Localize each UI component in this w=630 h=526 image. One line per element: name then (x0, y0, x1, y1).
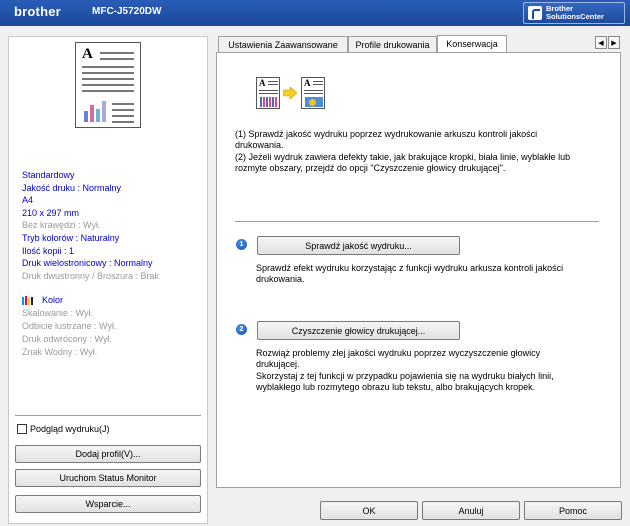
brand-logo: brother (14, 4, 61, 19)
setting-borderless: Bez krawędzi : Wył. (22, 220, 101, 231)
tab-scroll-left-icon[interactable]: ◀ (595, 36, 607, 49)
step-2-description-2: Skorzystaj z tej funkcji w przypadku poj… (256, 371, 554, 392)
preview-letter-icon: A (82, 46, 93, 62)
help-button[interactable]: Pomoc (524, 501, 622, 520)
step-1-description: Sprawdź efekt wydruku korzystając z funk… (256, 263, 564, 284)
ok-button[interactable]: OK (320, 501, 418, 520)
setting-duplex: Druk dwustronny / Broszura : Brak (22, 270, 160, 281)
model-name: MFC-J5720DW (92, 6, 162, 17)
check-quality-button[interactable]: Sprawdź jakość wydruku... (257, 236, 460, 255)
tab-advanced-settings[interactable]: Ustawienia Zaawansowane (218, 36, 348, 52)
color-bars-icon (22, 295, 33, 305)
status-monitor-button[interactable]: Uruchom Status Monitor (15, 469, 201, 487)
checkbox-box[interactable] (17, 424, 27, 434)
color-label: Kolor (42, 295, 64, 305)
brother-logo-icon (528, 6, 542, 20)
setting-color-mode: Tryb kolorów : Naturalny (22, 232, 120, 243)
cancel-button[interactable]: Anuluj (422, 501, 520, 520)
setting-paper-dimensions: 210 x 297 mm (22, 207, 80, 218)
setting-watermark: Znak Wodny : Wył. (22, 347, 98, 357)
header-banner: brother MFC-J5720DW Brother SolutionsCen… (0, 0, 630, 26)
setting-scaling: Skalowanie : Wył. (22, 308, 93, 318)
setting-print-quality: Jakość druku : Normalny (22, 182, 122, 193)
intro-text-2: (2) Jeżeli wydruk zawiera defekty takie,… (235, 152, 571, 173)
setting-multipage: Druk wielostronicowy : Normalny (22, 258, 153, 269)
color-indicator: Kolor (22, 294, 63, 306)
settings-list: Standardowy Jakość druku : Normalny A4 2… (22, 169, 159, 282)
intro-text-1: (1) Sprawdź jakość wydruku poprzez wydru… (235, 129, 538, 150)
quality-check-illustration-icon: A A (256, 77, 332, 111)
maintenance-panel: A A (1) Sprawdź jakość wydruku poprzez w… (216, 52, 621, 488)
add-profile-button[interactable]: Dodaj profil(V)... (15, 445, 201, 463)
step-2-badge-icon: 2 (236, 324, 247, 335)
tab-maintenance[interactable]: Konserwacja (437, 35, 507, 52)
solutions-center-button[interactable]: Brother SolutionsCenter (523, 2, 625, 24)
step-1-badge-icon: 1 (236, 239, 247, 250)
support-button[interactable]: Wsparcie... (15, 495, 201, 513)
setting-paper-size: A4 (22, 195, 34, 206)
setting-reverse: Druk odwrócony : Wył. (22, 334, 112, 344)
settings-summary-panel: A Standardowy Jakość druku : Normalny A4… (8, 36, 208, 524)
section-divider (235, 221, 599, 222)
setting-profile: Standardowy (22, 170, 75, 180)
tab-print-profiles[interactable]: Profile drukowania (348, 36, 437, 52)
setting-copies: Ilość kopii : 1 (22, 245, 75, 256)
head-cleaning-button[interactable]: Czyszczenie głowicy drukującej... (257, 321, 460, 340)
step-2-description-1: Rozwiąż problemy złej jakości wydruku po… (256, 348, 541, 369)
preview-chart-icon (84, 101, 106, 122)
print-preview-label: Podgląd wydruku(J) (30, 424, 110, 434)
tab-scroll-right-icon[interactable]: ▶ (608, 36, 620, 49)
solutions-label-line2: SolutionsCenter (546, 12, 604, 21)
print-preview-checkbox[interactable]: Podgląd wydruku(J) (17, 424, 110, 434)
page-preview-image: A (75, 42, 141, 128)
divider (15, 415, 201, 416)
setting-mirror: Odbicie lustrzane : Wył. (22, 321, 117, 331)
